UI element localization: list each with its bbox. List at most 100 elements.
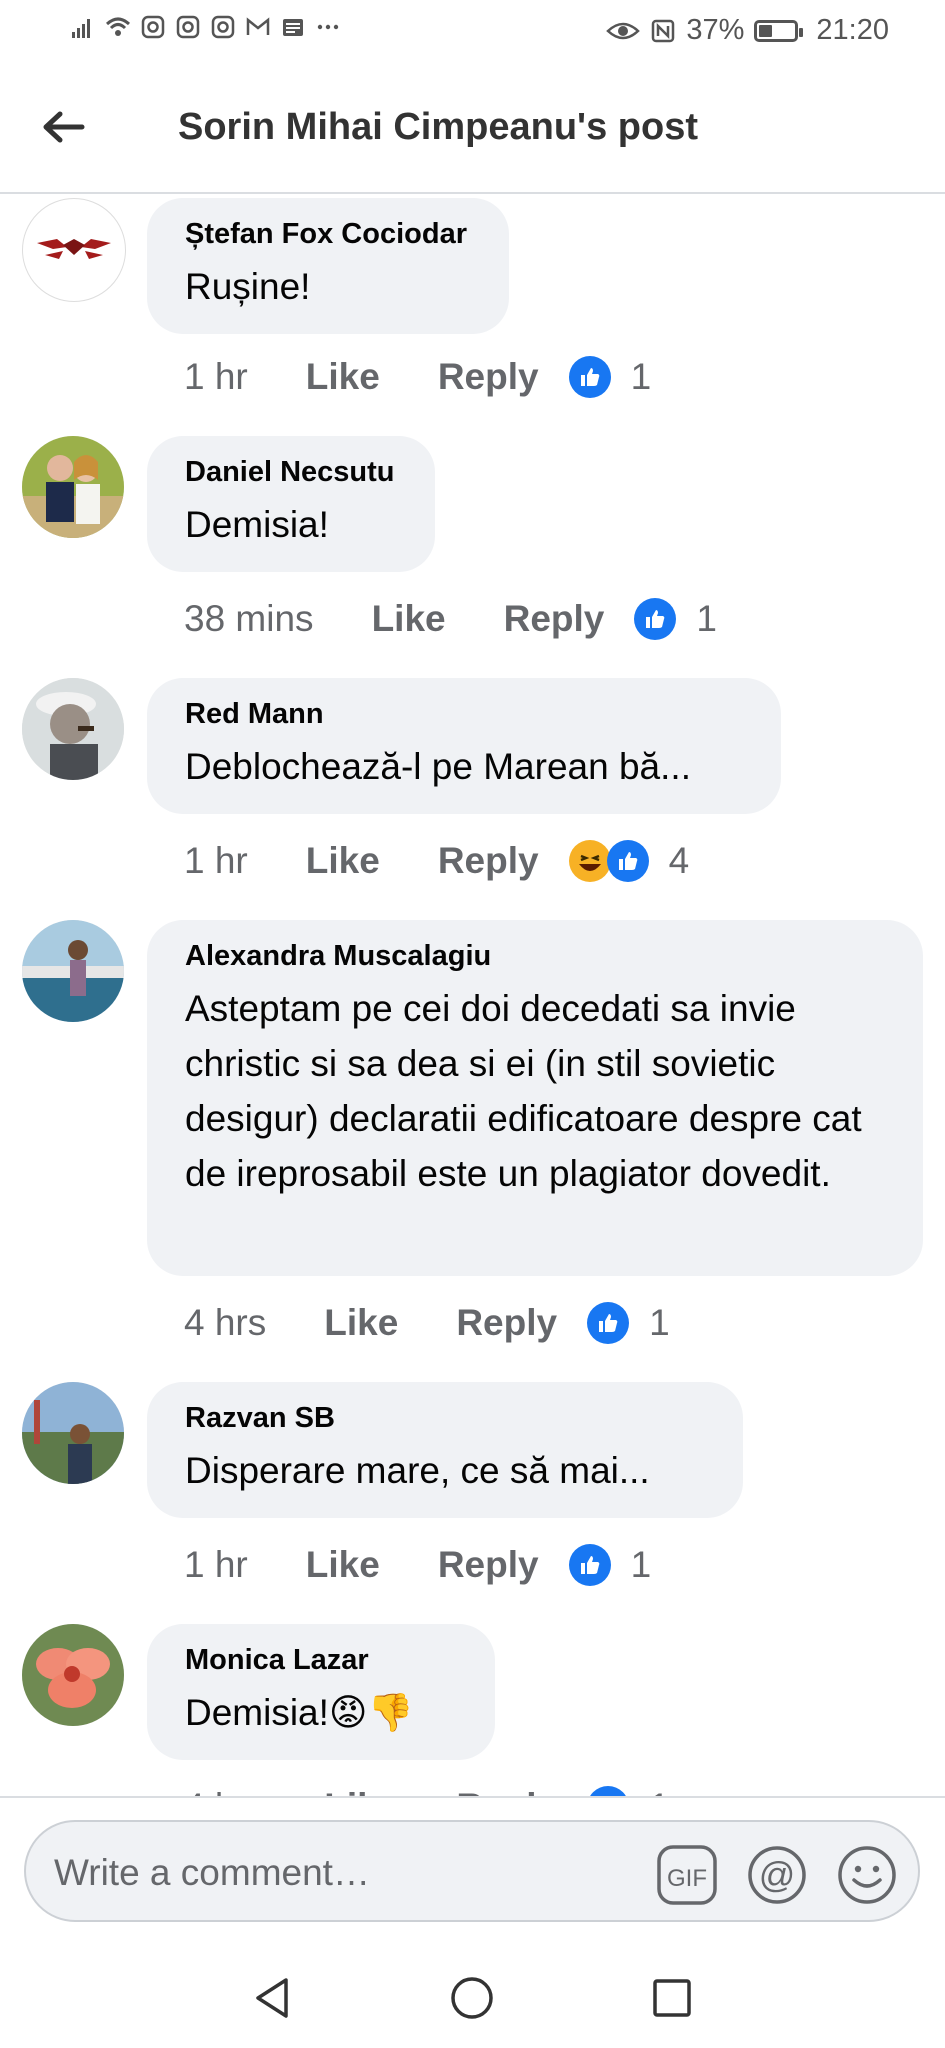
reply-button[interactable]: Reply (456, 1302, 557, 1344)
reply-button[interactable]: Reply (438, 1544, 539, 1586)
comment-bubble[interactable]: Red Mann Deblochează-l pe Marean bă... (147, 678, 781, 814)
comment-author[interactable]: Monica Lazar (185, 1644, 457, 1677)
comment-actions: 1 hr Like Reply 1 (184, 356, 651, 398)
like-button[interactable]: Like (372, 598, 446, 640)
avatar[interactable] (22, 1382, 124, 1484)
reaction-summary[interactable]: 1 (568, 1544, 652, 1586)
reply-button[interactable]: Reply (438, 840, 539, 882)
reaction-summary[interactable]: 1 (587, 1786, 670, 1796)
reply-button[interactable]: Reply (456, 1786, 557, 1796)
nav-recents-icon[interactable] (646, 1972, 698, 2024)
avatar[interactable] (22, 920, 124, 1022)
reaction-count: 1 (649, 1302, 670, 1343)
reply-button[interactable]: Reply (504, 598, 605, 640)
battery-fill (759, 24, 772, 37)
comment-author[interactable]: Razvan SB (185, 1402, 705, 1435)
emoji-icon[interactable] (836, 1844, 898, 1906)
reply-button[interactable]: Reply (438, 356, 539, 398)
comment-time[interactable]: 4 hrs (184, 1786, 266, 1796)
like-button[interactable]: Like (306, 1544, 380, 1586)
avatar[interactable] (22, 1624, 124, 1726)
eagle-logo-icon (37, 239, 111, 259)
like-reaction-icon (568, 1544, 611, 1586)
comment-time[interactable]: 38 mins (184, 598, 314, 640)
comment-bubble[interactable]: Ștefan Fox Cociodar Rușine! (147, 198, 509, 334)
reaction-summary[interactable]: 1 (568, 356, 652, 398)
gif-button[interactable]: GIF (656, 1844, 718, 1906)
comment-text: Rușine! (185, 266, 311, 307)
gmail-icon (246, 17, 270, 35)
battery-percent: 37% (686, 14, 745, 46)
instagram-icon (141, 15, 165, 39)
gif-label: GIF (667, 1865, 707, 1892)
comment-bubble[interactable]: Monica Lazar Demisia!😡👎 (147, 1624, 495, 1760)
avatar[interactable] (22, 198, 126, 302)
comment-time[interactable]: 1 hr (184, 1544, 248, 1586)
like-button[interactable]: Like (306, 840, 380, 882)
reaction-summary[interactable]: 4 (568, 840, 690, 882)
comment-time[interactable]: 1 hr (184, 840, 248, 882)
comment-text: Disperare mare, ce să mai... (185, 1450, 650, 1491)
comment-composer: Write a comment… GIF @ (0, 1796, 945, 1948)
clock: 21:20 (816, 14, 889, 46)
comment-text: Demisia!😡👎 (185, 1692, 414, 1733)
status-bar: 37% 21:20 (0, 0, 945, 64)
reaction-count: 1 (696, 598, 717, 639)
comment-text: Demisia! (185, 504, 329, 545)
comment-list[interactable]: Ștefan Fox Cociodar Rușine! 1 hr Like Re… (0, 194, 945, 1796)
comment-time[interactable]: 4 hrs (184, 1302, 266, 1344)
nav-back-icon[interactable] (246, 1972, 298, 2024)
haha-reaction-icon (568, 840, 611, 882)
mention-at-icon[interactable]: @ (746, 1844, 808, 1906)
like-reaction-icon (606, 840, 649, 882)
reaction-count: 1 (630, 356, 652, 397)
comment-placeholder: Write a comment… (54, 1852, 370, 1893)
reaction-count: 1 (649, 1786, 670, 1796)
eye-icon (606, 22, 641, 39)
svg-text:@: @ (759, 1854, 796, 1895)
like-reaction-icon (587, 1786, 630, 1796)
wifi-icon (105, 17, 131, 36)
instagram-icon (176, 15, 200, 39)
more-icon (317, 24, 339, 30)
nfc-icon (652, 19, 675, 42)
comment-bubble[interactable]: Daniel Necsutu Demisia! (147, 436, 435, 572)
comment-author[interactable]: Ștefan Fox Cociodar (185, 218, 471, 251)
comment-author[interactable]: Daniel Necsutu (185, 456, 397, 489)
like-button[interactable]: Like (324, 1786, 398, 1796)
back-arrow-icon[interactable] (38, 102, 88, 152)
status-icons-right: 37% 21:20 (606, 14, 889, 47)
signal-icon (72, 19, 90, 38)
like-button[interactable]: Like (306, 356, 380, 398)
comment-author[interactable]: Alexandra Muscalagiu (185, 940, 885, 973)
comment-actions: 4 hrs Like Reply 1 (184, 1302, 670, 1344)
comment-time[interactable]: 1 hr (184, 356, 248, 398)
comment-actions: 1 hr Like Reply 1 (184, 1544, 651, 1586)
comment-actions: 38 mins Like Reply 1 (184, 598, 717, 640)
like-reaction-icon (634, 598, 677, 640)
reaction-count: 1 (630, 1544, 652, 1585)
reaction-summary[interactable]: 1 (587, 1302, 670, 1344)
page-title: Sorin Mihai Cimpeanu's post (178, 106, 698, 148)
comment-text: Asteptam pe cei doi decedati sa invie ch… (185, 988, 862, 1194)
news-icon (283, 19, 303, 36)
avatar[interactable] (22, 436, 124, 538)
reaction-summary[interactable]: 1 (634, 598, 717, 640)
comment-author[interactable]: Red Mann (185, 698, 743, 731)
comment-input[interactable]: Write a comment… GIF @ (24, 1820, 920, 1922)
avatar[interactable] (22, 678, 124, 780)
reaction-count: 4 (668, 840, 690, 881)
system-nav-bar (0, 1946, 945, 2048)
like-reaction-icon (568, 356, 611, 398)
user-photo-icon (22, 1382, 124, 1484)
status-icons-left (70, 14, 341, 40)
top-bar: Sorin Mihai Cimpeanu's post (0, 64, 945, 194)
comment-bubble[interactable]: Razvan SB Disperare mare, ce să mai... (147, 1382, 743, 1518)
like-button[interactable]: Like (324, 1302, 398, 1344)
battery-icon (754, 19, 804, 42)
comment-text: Deblochează-l pe Marean bă... (185, 746, 691, 787)
user-photo-icon (22, 436, 124, 538)
comment-bubble[interactable]: Alexandra Muscalagiu Asteptam pe cei doi… (147, 920, 923, 1276)
nav-home-icon[interactable] (446, 1972, 498, 2024)
comment-actions: 1 hr Like Reply 4 (184, 840, 689, 882)
